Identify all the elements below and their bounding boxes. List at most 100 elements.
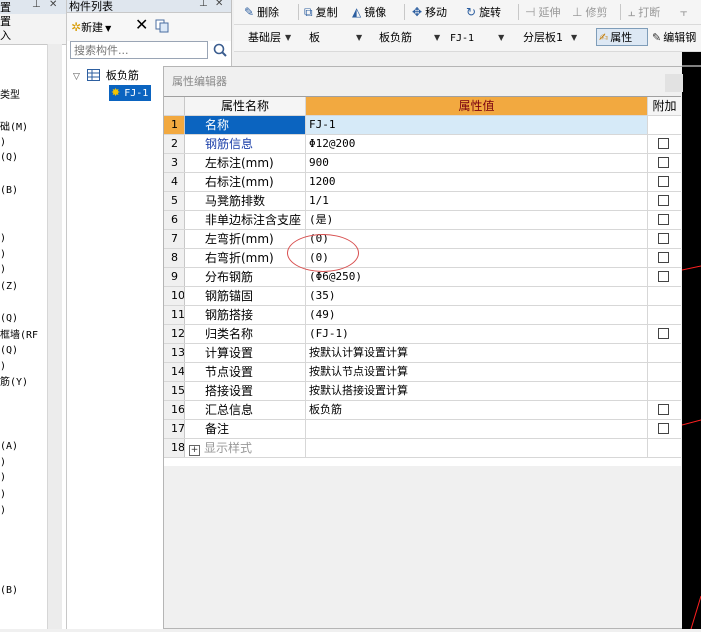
navigation-tree-item[interactable]: (Q) — [0, 313, 18, 325]
property-value[interactable]: (35) — [306, 287, 648, 305]
property-row[interactable]: 17 备注 — [164, 420, 681, 439]
property-value[interactable]: (49) — [306, 306, 648, 324]
property-value[interactable] — [306, 420, 648, 438]
navigation-tree-item[interactable]: (B) — [0, 185, 18, 197]
navigation-tree-item[interactable]: 框墙(RF — [0, 330, 38, 342]
extra-checkbox[interactable] — [658, 233, 669, 244]
navigation-tree-item[interactable]: ) — [0, 233, 6, 245]
property-value[interactable]: 按默认节点设置计算 — [306, 363, 648, 381]
search-button[interactable] — [211, 41, 229, 59]
property-row[interactable]: 18 + 显示样式 — [164, 439, 681, 458]
tree-collapse-icon[interactable]: ▽ — [73, 72, 80, 82]
category-select[interactable]: 板 ▼ — [309, 29, 362, 47]
delete-component-button[interactable]: ✕ — [135, 16, 148, 34]
component-select[interactable]: FJ-1 ▼ — [450, 29, 504, 47]
type-select[interactable]: 板负筋 ▼ — [379, 29, 440, 47]
navigation-tree-item[interactable]: ) — [0, 137, 6, 149]
floor-select[interactable]: 基础层 ▼ — [248, 29, 291, 47]
property-row[interactable]: 13 计算设置 按默认计算设置计算 — [164, 344, 681, 363]
property-value[interactable]: 按默认搭接设置计算 — [306, 382, 648, 400]
navigation-sub-item[interactable]: 置 — [0, 15, 11, 29]
property-value[interactable]: Φ12@200 — [306, 135, 648, 153]
extra-checkbox[interactable] — [658, 138, 669, 149]
property-row[interactable]: 11 钢筋搭接 (49) — [164, 306, 681, 325]
property-row[interactable]: 14 节点设置 按默认节点设置计算 — [164, 363, 681, 382]
pin-icon[interactable]: ⊥ — [32, 0, 41, 10]
property-row[interactable]: 4 右标注(mm) 1200 — [164, 173, 681, 192]
dialog-close-button[interactable] — [665, 74, 683, 92]
property-button[interactable]: ✍ 属性 — [596, 28, 648, 46]
property-value[interactable]: FJ-1 — [306, 116, 648, 134]
property-row[interactable]: 10 钢筋锚固 (35) — [164, 287, 681, 306]
navigation-sub-item[interactable]: 入 — [0, 29, 11, 43]
extra-checkbox[interactable] — [658, 271, 669, 282]
navigation-tree-item[interactable]: (Q) — [0, 345, 18, 357]
close-icon[interactable]: ✕ — [215, 0, 223, 9]
navigation-tree-item[interactable]: ) — [0, 505, 6, 517]
property-value[interactable]: (是) — [306, 211, 648, 229]
layer-select[interactable]: 分层板1 ▼ — [523, 29, 577, 47]
property-value[interactable]: 1200 — [306, 173, 648, 191]
property-value[interactable]: 按默认计算设置计算 — [306, 344, 648, 362]
navigation-tree-item[interactable]: (A) — [0, 441, 18, 453]
move-button[interactable]: ✥ 移动 — [412, 3, 447, 21]
rotate-button[interactable]: ↻ 旋转 — [466, 3, 501, 21]
property-row[interactable]: 5 马凳筋排数 1/1 — [164, 192, 681, 211]
property-row[interactable]: 2 钢筋信息 Φ12@200 — [164, 135, 681, 154]
property-value[interactable]: (Φ6@250) — [306, 268, 648, 286]
property-row[interactable]: 3 左标注(mm) 900 — [164, 154, 681, 173]
property-row[interactable]: 15 搭接设置 按默认搭接设置计算 — [164, 382, 681, 401]
navigation-tree-item[interactable]: ) — [0, 457, 6, 469]
navigation-tree-item[interactable]: ) — [0, 361, 6, 373]
edit-rebar-button[interactable]: ✎ 编辑钢 — [652, 29, 696, 47]
navigation-scrollbar[interactable] — [47, 44, 62, 629]
align-button[interactable]: ⫟ — [680, 3, 690, 21]
property-value[interactable]: (FJ-1) — [306, 325, 648, 343]
extra-checkbox[interactable] — [658, 157, 669, 168]
tree-item-fj-1[interactable]: ✸ FJ-1 — [109, 85, 152, 101]
delete-button[interactable]: ✎ 删除 — [244, 3, 279, 21]
navigation-tree-item[interactable]: (B) — [0, 585, 18, 597]
navigation-tree-item[interactable]: (Z) — [0, 281, 18, 293]
navigation-tree-item[interactable]: ) — [0, 249, 6, 261]
navigation-tree-item[interactable]: (Q) — [0, 152, 18, 164]
close-icon[interactable]: ✕ — [49, 0, 57, 10]
new-component-button[interactable]: ✲新建 ▼ — [71, 19, 111, 35]
navigation-tree-item[interactable]: ) — [0, 472, 6, 484]
expand-icon[interactable]: + — [189, 445, 200, 456]
extra-checkbox[interactable] — [658, 404, 669, 415]
navigation-tree-item[interactable]: ) — [0, 264, 6, 276]
property-row[interactable]: 7 左弯折(mm) (0) — [164, 230, 681, 249]
property-row[interactable]: 12 归类名称 (FJ-1) — [164, 325, 681, 344]
property-value[interactable]: 1/1 — [306, 192, 648, 210]
extra-checkbox[interactable] — [658, 176, 669, 187]
property-value[interactable]: (0) — [306, 230, 648, 248]
extra-checkbox[interactable] — [658, 195, 669, 206]
extra-checkbox[interactable] — [658, 423, 669, 434]
property-row[interactable]: 6 非单边标注含支座 (是) — [164, 211, 681, 230]
navigation-tree-item[interactable]: 类型 — [0, 90, 20, 102]
component-search-input[interactable] — [70, 41, 208, 59]
break-button[interactable]: ⫠ 打断 — [628, 3, 660, 21]
mirror-button[interactable]: ◭ 镜像 — [352, 3, 386, 21]
property-row[interactable]: 9 分布钢筋 (Φ6@250) — [164, 268, 681, 287]
property-value[interactable] — [306, 439, 648, 457]
drawing-canvas[interactable] — [681, 52, 701, 630]
property-row[interactable]: 16 汇总信息 板负筋 — [164, 401, 681, 420]
trim-button[interactable]: ⊥ 修剪 — [572, 3, 607, 21]
copy-button[interactable]: ⧉ 复制 — [304, 3, 338, 21]
navigation-tree-item[interactable]: 础(M) — [0, 122, 28, 134]
property-row[interactable]: 8 右弯折(mm) (0) — [164, 249, 681, 268]
pin-icon[interactable]: ⊥ — [199, 0, 208, 9]
extra-checkbox[interactable] — [658, 252, 669, 263]
property-value[interactable]: 900 — [306, 154, 648, 172]
navigation-tree-item[interactable]: 筋(Y) — [0, 377, 28, 389]
extra-checkbox[interactable] — [658, 214, 669, 225]
tree-item-slab-negative-rebar[interactable]: ▽ 板负筋 — [73, 68, 139, 84]
extend-button[interactable]: ⊣ 延伸 — [525, 3, 560, 21]
property-row[interactable]: 1 名称 FJ-1 — [164, 116, 681, 135]
navigation-tree-item[interactable]: ) — [0, 489, 6, 501]
copy-component-button[interactable] — [155, 19, 169, 33]
extra-checkbox[interactable] — [658, 328, 669, 339]
property-value[interactable]: 板负筋 — [306, 401, 648, 419]
